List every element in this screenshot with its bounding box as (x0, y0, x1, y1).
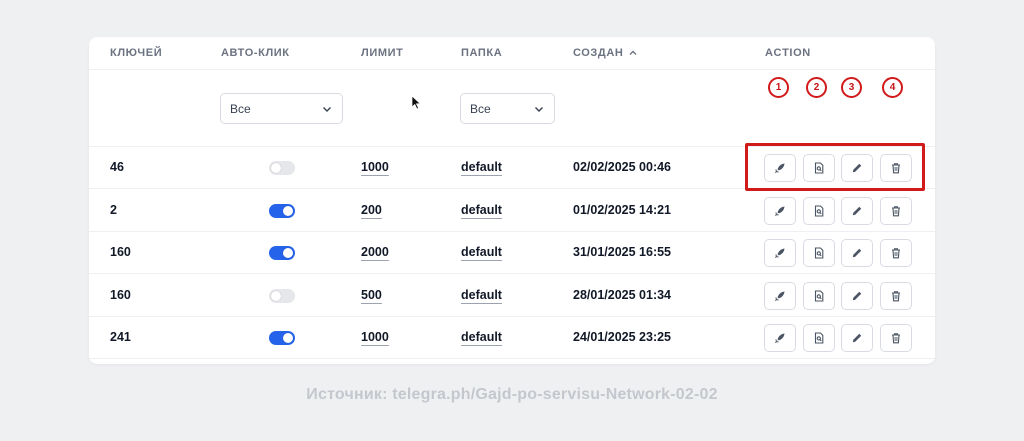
header-keys[interactable]: КЛЮЧЕЙ (110, 47, 162, 59)
pencil-icon (851, 332, 863, 344)
auto-click-filter-select[interactable]: Все (220, 93, 343, 124)
created-date: 02/02/2025 00:46 (573, 160, 672, 174)
pencil-icon (851, 290, 863, 302)
auto-click-toggle[interactable] (269, 161, 295, 175)
document-search-icon (813, 162, 825, 174)
folder-link[interactable]: default (461, 245, 502, 259)
rocket-icon (774, 162, 786, 174)
folder-filter-select[interactable]: Все (460, 93, 555, 124)
keys-count: 46 (110, 160, 124, 174)
edit-button[interactable] (841, 281, 873, 310)
view-details-button[interactable] (803, 196, 835, 225)
created-date: 24/01/2025 23:25 (573, 330, 672, 344)
edit-button[interactable] (841, 154, 873, 182)
pencil-icon (851, 205, 863, 217)
delete-button[interactable] (880, 239, 912, 267)
header-folder[interactable]: ПАПКА (461, 47, 502, 59)
limit-link[interactable]: 2000 (361, 245, 389, 259)
launch-button[interactable] (764, 154, 796, 182)
sort-ascending-icon[interactable] (628, 48, 638, 58)
table-row: 2 200 default 01/02/2025 14:21 (89, 190, 935, 232)
auto-click-filter-value: Все (230, 101, 251, 116)
folder-link[interactable]: default (461, 203, 502, 217)
trash-icon (890, 332, 902, 344)
rocket-icon (774, 205, 786, 217)
annotation-marker-3: 3 (841, 77, 862, 98)
limit-link[interactable]: 500 (361, 288, 382, 302)
document-search-icon (813, 332, 825, 344)
keys-count: 160 (110, 287, 131, 302)
view-details-button[interactable] (803, 324, 835, 352)
limit-link[interactable]: 1000 (361, 330, 389, 344)
header-limit[interactable]: ЛИМИТ (361, 47, 403, 59)
launch-button[interactable] (764, 196, 796, 225)
keys-count: 160 (110, 245, 131, 259)
delete-button[interactable] (880, 196, 912, 225)
rocket-icon (774, 247, 786, 259)
document-search-icon (813, 204, 825, 217)
header-action: ACTION (765, 47, 811, 59)
edit-button[interactable] (841, 196, 873, 225)
auto-click-toggle[interactable] (269, 331, 295, 345)
edit-button[interactable] (841, 239, 873, 267)
trash-icon (890, 205, 902, 217)
delete-button[interactable] (880, 324, 912, 352)
header-created-label: СОЗДАН (573, 47, 624, 59)
chevron-down-icon (535, 106, 543, 112)
auto-click-toggle[interactable] (269, 288, 295, 303)
pencil-icon (851, 247, 863, 259)
folder-link[interactable]: default (461, 160, 502, 174)
view-details-button[interactable] (803, 281, 835, 310)
auto-click-toggle[interactable] (269, 203, 295, 218)
trash-icon (890, 162, 902, 174)
table-row: 241 1000 default 24/01/2025 23:25 (89, 317, 935, 359)
delete-button[interactable] (880, 154, 912, 182)
limit-link[interactable]: 200 (361, 203, 382, 217)
annotation-marker-1: 1 (768, 77, 789, 98)
keys-count: 2 (110, 202, 117, 217)
table-row: 160 500 default 28/01/2025 01:34 (89, 275, 935, 317)
header-auto-click[interactable]: АВТО-КЛИК (221, 47, 290, 59)
edit-button[interactable] (841, 324, 873, 352)
table-row: 46 1000 default 02/02/2025 00:46 (89, 147, 935, 189)
annotation-marker-4: 4 (882, 77, 903, 98)
launch-button[interactable] (764, 324, 796, 352)
table-row: 160 2000 default 31/01/2025 16:55 (89, 232, 935, 274)
view-details-button[interactable] (803, 239, 835, 267)
trash-icon (890, 247, 902, 259)
mouse-cursor-icon (411, 95, 422, 110)
delete-button[interactable] (880, 281, 912, 310)
document-search-icon (813, 289, 825, 302)
created-date: 01/02/2025 14:21 (573, 202, 672, 217)
pencil-icon (851, 162, 863, 174)
limit-link[interactable]: 1000 (361, 160, 389, 174)
rocket-icon (774, 332, 786, 344)
auto-click-toggle[interactable] (269, 246, 295, 260)
annotation-marker-2: 2 (806, 77, 827, 98)
source-caption: Источник: telegra.ph/Gajd-po-servisu-Net… (306, 386, 718, 403)
chevron-down-icon (323, 106, 331, 112)
launch-button[interactable] (764, 281, 796, 310)
view-details-button[interactable] (803, 154, 835, 182)
keys-count: 241 (110, 330, 131, 344)
document-search-icon (813, 247, 825, 259)
launch-button[interactable] (764, 239, 796, 267)
table-header: КЛЮЧЕЙ АВТО-КЛИК ЛИМИТ ПАПКА СОЗДАН ACTI… (89, 37, 935, 70)
created-date: 31/01/2025 16:55 (573, 245, 672, 259)
folder-filter-value: Все (470, 101, 491, 116)
header-created[interactable]: СОЗДАН (573, 47, 638, 59)
rocket-icon (774, 290, 786, 302)
folder-link[interactable]: default (461, 288, 502, 302)
folder-link[interactable]: default (461, 330, 502, 344)
trash-icon (890, 290, 902, 302)
created-date: 28/01/2025 01:34 (573, 287, 672, 302)
